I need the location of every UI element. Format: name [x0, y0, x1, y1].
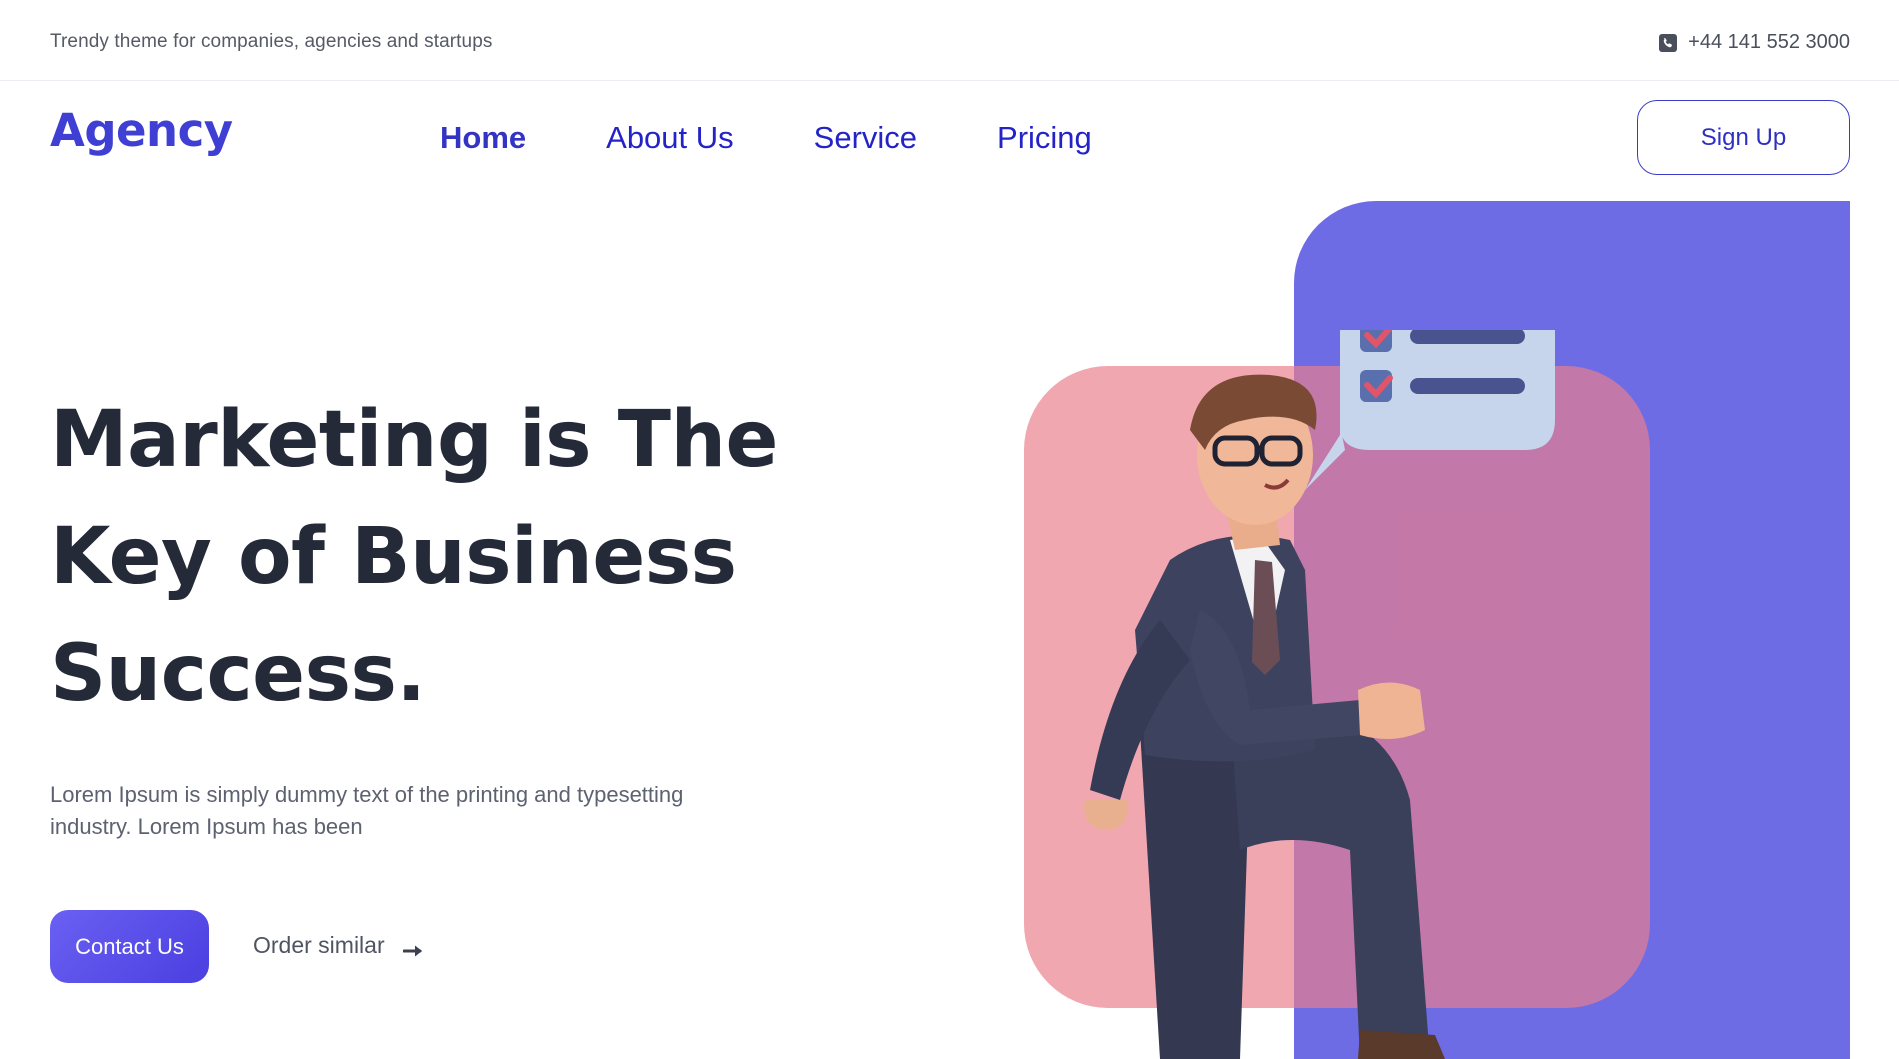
- sign-up-button[interactable]: Sign Up: [1637, 100, 1850, 175]
- nav-item-service[interactable]: Service: [814, 118, 917, 158]
- hero-title-line-1: Marketing is The: [50, 395, 778, 485]
- order-similar-link[interactable]: Order similar: [253, 932, 425, 959]
- order-similar-label: Order similar: [253, 932, 385, 958]
- nav-item-home[interactable]: Home: [440, 118, 526, 158]
- arrow-right-icon: [402, 938, 425, 956]
- main-nav: Home About Us Service Pricing: [440, 118, 1172, 158]
- businessman-climbing-illustration: [1084, 330, 1555, 1059]
- tagline: Trendy theme for companies, agencies and…: [50, 31, 493, 52]
- hero-title-line-3: Success.: [50, 629, 426, 719]
- contact-us-button[interactable]: Contact Us: [50, 910, 209, 983]
- top-bar: Trendy theme for companies, agencies and…: [0, 0, 1899, 81]
- hero-title: Marketing is The Key of Business Success…: [50, 382, 810, 733]
- nav-item-pricing[interactable]: Pricing: [997, 118, 1092, 158]
- landing-page: Trendy theme for companies, agencies and…: [0, 0, 1899, 1059]
- brand-logo[interactable]: Agency: [50, 104, 233, 157]
- phone-icon: [1659, 33, 1678, 52]
- hero-title-line-2: Key of Business: [50, 512, 737, 602]
- phone-contact[interactable]: +44 141 552 3000: [1659, 31, 1850, 54]
- hero-description: Lorem Ipsum is simply dummy text of the …: [50, 782, 684, 839]
- phone-number: +44 141 552 3000: [1688, 31, 1850, 53]
- nav-item-about-us[interactable]: About Us: [606, 118, 734, 158]
